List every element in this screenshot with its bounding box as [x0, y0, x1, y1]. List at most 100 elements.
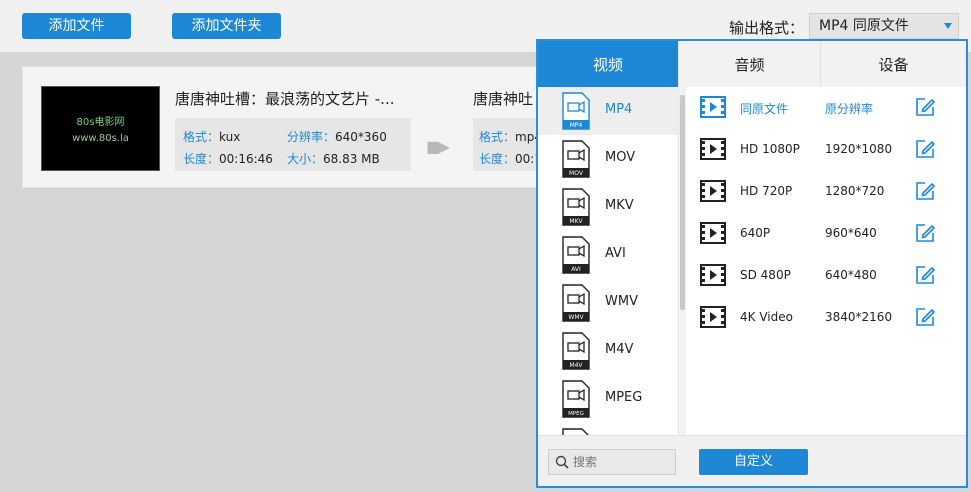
preset-resolution: 960*640	[825, 226, 877, 240]
preset-name: 同原文件	[740, 102, 789, 116]
video-thumbnail: 80s电影网 www.80s.la	[41, 86, 160, 171]
scrollbar-thumb[interactable]	[680, 95, 685, 310]
preset-name: 640P	[740, 226, 771, 240]
output-format-label: 输出格式：	[729, 19, 805, 37]
resolution-value: 640*360	[335, 130, 387, 144]
add-file-button[interactable]: 添加文件	[22, 13, 131, 39]
preset-item-4k[interactable]: 4K Video 3840*2160	[687, 297, 966, 339]
film-icon	[700, 306, 726, 328]
edit-icon[interactable]	[915, 265, 935, 285]
format-icon-label: MP4	[570, 122, 583, 129]
format-icon-label: M4V	[569, 362, 583, 369]
mov-file-icon: MOV	[562, 140, 590, 178]
search-icon	[555, 455, 569, 469]
format-name: MP4	[605, 102, 633, 117]
format-popup: 视频 音频 设备 MP4 MP4 MOV MOV MKV MKV AVI AVI…	[536, 39, 968, 488]
preset-list: 同原文件 原分辨率 HD 1080P 1920*1080 HD 720P 128…	[687, 87, 966, 435]
format-item-m4v[interactable]: M4V M4V	[538, 327, 678, 375]
edit-icon[interactable]	[915, 181, 935, 201]
tab-device[interactable]: 设备	[820, 41, 966, 87]
format-item-mkv[interactable]: MKV MKV	[538, 183, 678, 231]
format-item-wmv[interactable]: WMV WMV	[538, 279, 678, 327]
resolution-label: 分辨率：	[287, 130, 336, 144]
edit-icon[interactable]	[915, 307, 935, 327]
arrow-right-icon: ▮▮▶	[426, 137, 450, 156]
duration-label: 长度：	[479, 152, 516, 166]
duration-value: 00:16:46	[219, 152, 273, 166]
format-item-partial[interactable]	[538, 423, 678, 435]
duration-label: 长度：	[183, 152, 220, 166]
search-input[interactable]	[573, 453, 671, 471]
edit-icon[interactable]	[915, 139, 935, 159]
custom-button[interactable]: 自定义	[699, 449, 808, 475]
file-item[interactable]: 80s电影网 www.80s.la 唐唐神吐槽：最浪荡的文艺片 -... 格式：…	[22, 66, 583, 188]
output-format-select[interactable]: MP4 同原文件	[809, 13, 959, 39]
source-size: 大小：68.83 MB	[287, 150, 380, 167]
format-name: MPEG	[605, 390, 643, 405]
edit-icon[interactable]	[915, 97, 935, 117]
format-icon-label: MOV	[569, 170, 584, 177]
source-file-title: 唐唐神吐槽：最浪荡的文艺片 -...	[175, 90, 395, 108]
format-name: MKV	[605, 198, 634, 213]
edit-icon[interactable]	[915, 223, 935, 243]
source-duration: 长度：00:16:46	[183, 150, 273, 167]
film-icon	[700, 222, 726, 244]
preset-item-720p[interactable]: HD 720P 1280*720	[687, 171, 966, 213]
preset-name: HD 1080P	[740, 142, 800, 156]
preset-item-original[interactable]: 同原文件 原分辨率	[687, 87, 966, 129]
preset-resolution: 1280*720	[825, 184, 885, 198]
tab-audio[interactable]: 音频	[678, 41, 820, 87]
format-icon-label: WMV	[568, 314, 584, 321]
preset-resolution: 640*480	[825, 268, 877, 282]
thumbnail-text-2: www.80s.la	[72, 133, 129, 144]
format-item-mp4[interactable]: MP4 MP4	[538, 87, 678, 135]
preset-name: HD 720P	[740, 184, 793, 198]
format-list: MP4 MP4 MOV MOV MKV MKV AVI AVI WMV WMV …	[538, 87, 679, 435]
preset-item-640p[interactable]: 640P 960*640	[687, 213, 966, 255]
source-format: 格式：kux	[183, 128, 240, 145]
m4v-file-icon: M4V	[562, 332, 590, 370]
preset-resolution: 原分辨率	[825, 102, 874, 116]
format-list-scrollbar[interactable]	[679, 87, 686, 435]
add-folder-button[interactable]: 添加文件夹	[172, 13, 281, 39]
format-item-mpeg[interactable]: MPEG MPEG	[538, 375, 678, 423]
format-name: M4V	[605, 342, 634, 357]
preset-name: 4K Video	[740, 310, 793, 324]
file-icon	[562, 428, 589, 435]
format-name: WMV	[605, 294, 638, 309]
tab-video[interactable]: 视频	[538, 41, 678, 87]
mpeg-file-icon: MPEG	[562, 380, 590, 418]
wmv-file-icon: WMV	[562, 284, 590, 322]
preset-name: SD 480P	[740, 268, 791, 282]
format-value: kux	[219, 130, 241, 144]
chevron-down-icon	[944, 23, 952, 29]
size-label: 大小：	[287, 152, 324, 166]
format-name: AVI	[605, 246, 626, 261]
source-info-box: 格式：kux 分辨率：640*360 长度：00:16:46 大小：68.83 …	[175, 118, 411, 171]
preset-resolution: 1920*1080	[825, 142, 893, 156]
format-search[interactable]	[548, 449, 676, 475]
format-tabs: 视频 音频 设备	[538, 41, 966, 87]
format-item-avi[interactable]: AVI AVI	[538, 231, 678, 279]
format-label: 格式：	[183, 130, 220, 144]
format-icon-label: MPEG	[568, 411, 584, 417]
preset-item-1080p[interactable]: HD 1080P 1920*1080	[687, 129, 966, 171]
mkv-file-icon: MKV	[562, 188, 590, 226]
format-name: MOV	[605, 150, 636, 165]
film-icon	[700, 180, 726, 202]
output-format: 格式：mp4	[479, 128, 542, 145]
mp4-file-icon: MP4	[562, 92, 590, 130]
format-icon-label: MKV	[569, 218, 583, 225]
source-resolution: 分辨率：640*360	[287, 128, 387, 145]
thumbnail-text-1: 80s电影网	[76, 117, 125, 128]
format-item-mov[interactable]: MOV MOV	[538, 135, 678, 183]
format-label: 格式：	[479, 130, 516, 144]
output-format-value: MP4 同原文件	[819, 18, 909, 34]
preset-item-480p[interactable]: SD 480P 640*480	[687, 255, 966, 297]
size-value: 68.83 MB	[323, 152, 380, 166]
film-icon	[700, 138, 726, 160]
film-icon	[700, 96, 726, 118]
format-icon-label: AVI	[571, 266, 581, 273]
preset-resolution: 3840*2160	[825, 310, 893, 324]
popup-bottom-bar: 自定义	[538, 435, 966, 486]
